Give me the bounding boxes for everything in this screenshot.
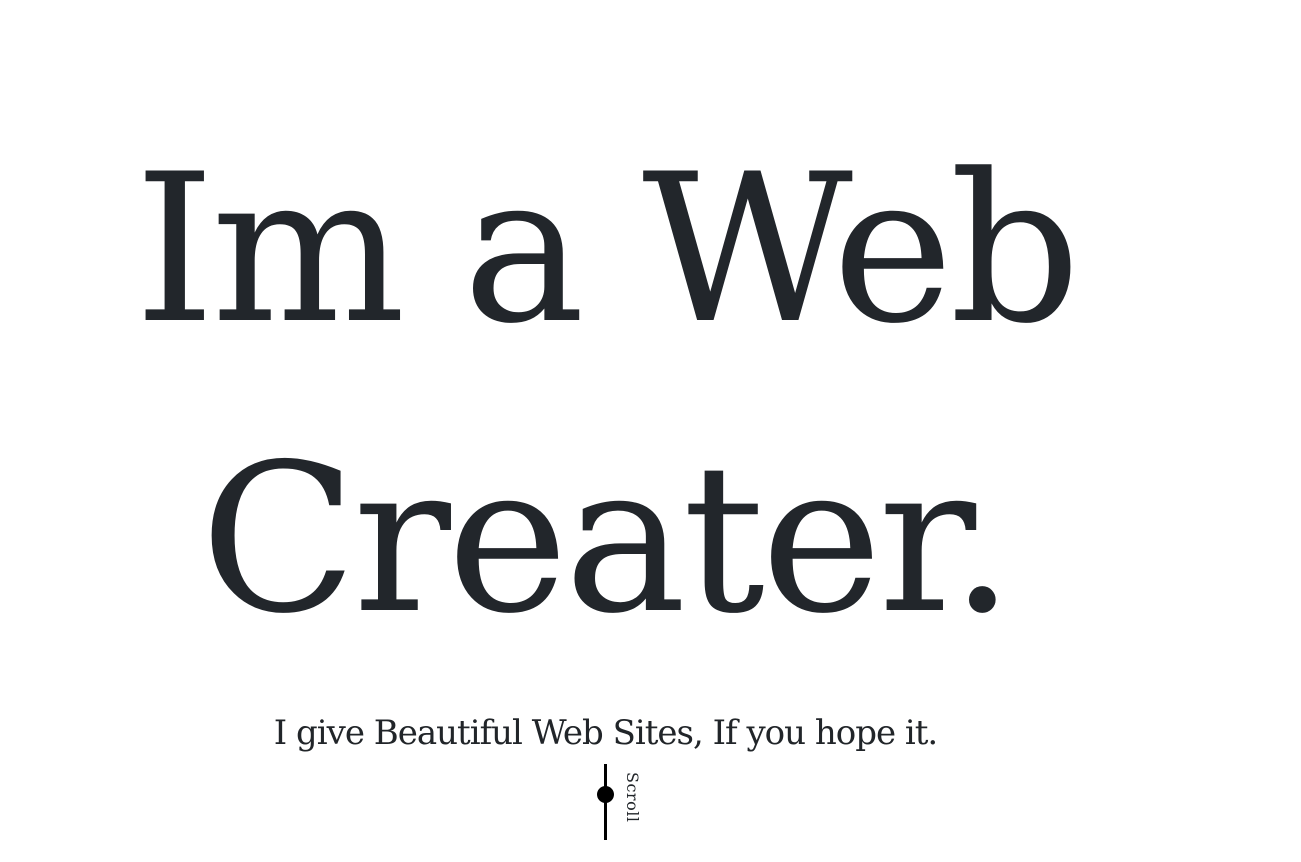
hero-section: Im a Web Creater. I give Beautiful Web S… <box>0 0 1211 862</box>
headline-line-1: Im a Web <box>134 131 1080 369</box>
headline-line-2: Creater. <box>200 421 1015 659</box>
scroll-indicator[interactable]: Scroll <box>585 764 645 842</box>
scroll-label: Scroll <box>623 772 642 823</box>
hero-subtitle: I give Beautiful Web Sites, If you hope … <box>273 713 938 753</box>
scroll-dot-icon <box>597 786 614 803</box>
